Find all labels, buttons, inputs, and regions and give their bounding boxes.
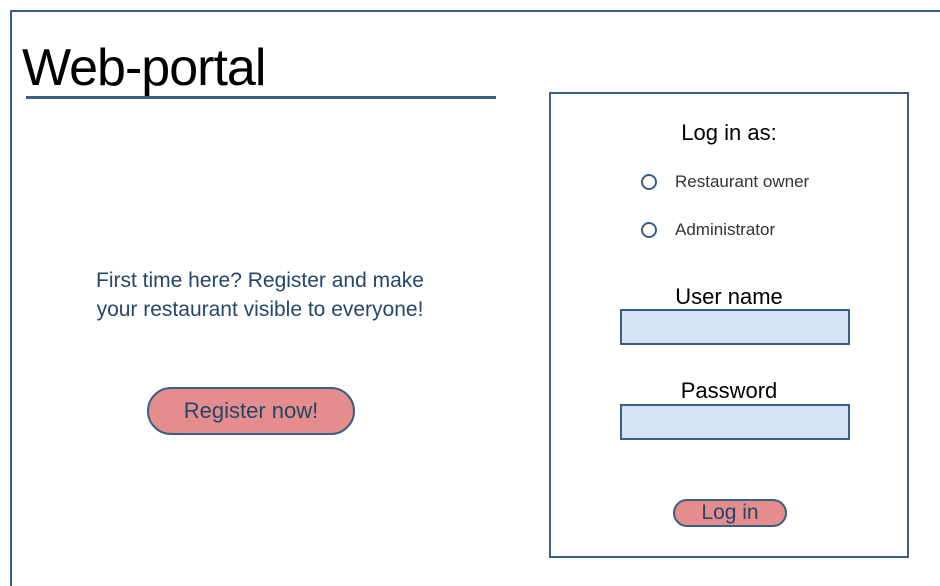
promo-line-2: your restaurant visible to everyone! <box>96 298 424 321</box>
title-underline <box>26 96 496 99</box>
radio-button-icon[interactable] <box>641 174 657 190</box>
username-label: User name <box>675 284 783 309</box>
login-button[interactable]: Log in <box>673 499 787 527</box>
role-option-restaurant-owner[interactable]: Restaurant owner <box>641 172 809 192</box>
login-panel: Log in as: Restaurant owner Administrato… <box>549 92 909 558</box>
page-title: Web-portal <box>22 39 266 97</box>
web-portal-page: Web-portal First time here? Register and… <box>0 0 940 586</box>
radio-button-icon[interactable] <box>641 222 657 238</box>
role-option-administrator[interactable]: Administrator <box>641 220 775 240</box>
register-now-button[interactable]: Register now! <box>147 387 355 435</box>
promo-line-1: First time here? Register and make <box>96 269 424 292</box>
password-label: Password <box>680 378 778 403</box>
username-field[interactable] <box>620 309 850 345</box>
password-field[interactable] <box>620 404 850 440</box>
role-option-label: Administrator <box>675 220 776 239</box>
login-role-heading: Log in as: <box>681 120 777 145</box>
register-promo-text: First time here? Register and make your … <box>50 266 470 324</box>
role-option-label: Restaurant owner <box>675 172 810 191</box>
